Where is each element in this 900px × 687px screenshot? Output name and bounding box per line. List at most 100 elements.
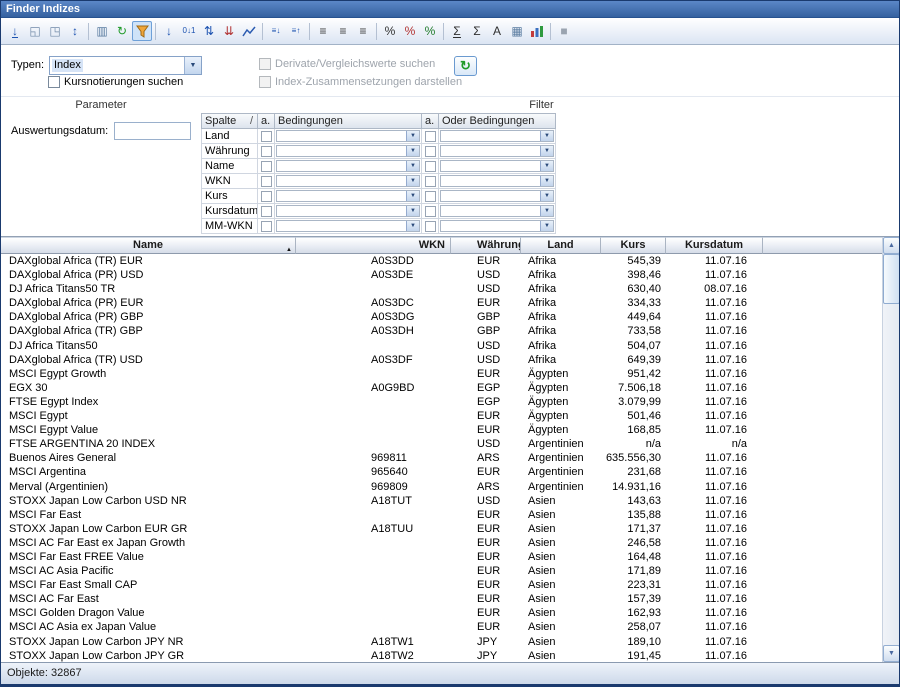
align-left-icon[interactable]: ≡ — [313, 21, 333, 41]
table-row[interactable]: DAXglobal Africa (PR) USDA0S3DEUSDAfrika… — [1, 268, 882, 282]
export-icon[interactable]: ↓ — [5, 21, 25, 41]
filter-or-combo[interactable]: ▼ — [439, 174, 556, 189]
sum-line-icon[interactable]: Σ — [447, 21, 467, 41]
table-row[interactable]: DAXglobal Africa (TR) GBPA0S3DHGBPAfrika… — [1, 324, 882, 338]
chevron-down-icon[interactable]: ▼ — [406, 131, 419, 141]
table-row[interactable]: FTSE Egypt IndexEGPÄgypten3.079,9911.07.… — [1, 395, 882, 409]
table-row[interactable]: MSCI Far East FREE ValueEURAsien164,4811… — [1, 550, 882, 564]
filter-and-checkbox[interactable] — [261, 191, 272, 202]
chevron-down-icon[interactable]: ▼ — [406, 176, 419, 186]
chevron-down-icon[interactable]: ▼ — [540, 191, 553, 201]
chevron-down-icon[interactable]: ▼ — [406, 191, 419, 201]
sigma-icon[interactable]: Σ — [467, 21, 487, 41]
column-header-wkn[interactable]: WKN — [296, 237, 451, 254]
table-row[interactable]: MSCI AC Asia PacificEURAsien171,8911.07.… — [1, 564, 882, 578]
fit-height-icon[interactable]: ↕ — [65, 21, 85, 41]
filter-or-combo[interactable]: ▼ — [439, 129, 556, 144]
scroll-down-button[interactable]: ▼ — [883, 645, 900, 662]
font-icon[interactable]: A — [487, 21, 507, 41]
refresh-icon[interactable]: ↻ — [112, 21, 132, 41]
chevron-down-icon[interactable]: ▼ — [184, 57, 201, 74]
filter-or-combo[interactable]: ▼ — [439, 144, 556, 159]
filter-or-checkbox[interactable] — [425, 206, 436, 217]
chevron-down-icon[interactable]: ▼ — [540, 206, 553, 216]
chevron-down-icon[interactable]: ▼ — [540, 161, 553, 171]
table-row[interactable]: FTSE ARGENTINA 20 INDEXUSDArgentinienn/a… — [1, 437, 882, 451]
filter-and-checkbox[interactable] — [261, 221, 272, 232]
auswertungsdatum-input[interactable] — [114, 122, 191, 140]
columns-icon[interactable]: ▥ — [92, 21, 112, 41]
filter-or-checkbox[interactable] — [425, 131, 436, 142]
column-header-name[interactable]: Name▲ — [1, 237, 296, 254]
filter-condition-combo[interactable]: ▼ — [275, 204, 422, 219]
chevron-down-icon[interactable]: ▼ — [406, 206, 419, 216]
stop-icon[interactable]: ■ — [554, 21, 574, 41]
table-row[interactable]: MSCI Argentina965640EURArgentinien231,68… — [1, 465, 882, 479]
filter-condition-combo[interactable]: ▼ — [275, 219, 422, 234]
chevron-down-icon[interactable]: ▼ — [540, 221, 553, 231]
table-row[interactable]: DAXglobal Africa (TR) EURA0S3DDEURAfrika… — [1, 254, 882, 268]
subtotal-up-icon[interactable]: ≡↑ — [286, 21, 306, 41]
filter-and-checkbox[interactable] — [261, 206, 272, 217]
sort-numeric-icon[interactable]: 0↓1 — [179, 21, 199, 41]
table-row[interactable]: STOXX Japan Low Carbon USD NRA18TUTUSDAs… — [1, 494, 882, 508]
trend-chart-icon[interactable] — [239, 21, 259, 41]
filter-or-combo[interactable]: ▼ — [439, 159, 556, 174]
filter-or-combo[interactable]: ▼ — [439, 219, 556, 234]
column-header-land[interactable]: Land — [521, 237, 601, 254]
table-row[interactable]: DAXglobal Africa (TR) USDA0S3DFUSDAfrika… — [1, 353, 882, 367]
search-refresh-button[interactable]: ↻ — [454, 56, 477, 76]
column-header-kurs[interactable]: Kurs — [601, 237, 666, 254]
align-center-icon[interactable]: ≡ — [333, 21, 353, 41]
fit-width-icon[interactable]: ◱ — [25, 21, 45, 41]
filter-condition-combo[interactable]: ▼ — [275, 144, 422, 159]
table-row[interactable]: MSCI Egypt ValueEURÄgypten168,8511.07.16 — [1, 423, 882, 437]
filter-or-combo[interactable]: ▼ — [439, 204, 556, 219]
table-row[interactable]: STOXX Japan Low Carbon JPY GRA18TW2JPYAs… — [1, 649, 882, 662]
kursnotierungen-checkbox[interactable] — [48, 76, 60, 88]
filter-condition-combo[interactable]: ▼ — [275, 159, 422, 174]
insert-rows-icon[interactable]: ⇊ — [219, 21, 239, 41]
table-row[interactable]: DJ Africa Titans50 TRUSDAfrika630,4008.0… — [1, 282, 882, 296]
sort-descending-icon[interactable]: ↓ — [159, 21, 179, 41]
align-right-icon[interactable]: ≡ — [353, 21, 373, 41]
filter-or-checkbox[interactable] — [425, 176, 436, 187]
sort-updown-icon[interactable]: ⇅ — [199, 21, 219, 41]
grid-icon[interactable]: ▦ — [507, 21, 527, 41]
typen-select[interactable]: Index ▼ — [49, 56, 202, 75]
percent-green-icon[interactable]: % — [420, 21, 440, 41]
table-row[interactable]: MSCI AC Far East ex Japan GrowthEURAsien… — [1, 536, 882, 550]
filter-condition-combo[interactable]: ▼ — [275, 189, 422, 204]
filter-or-combo[interactable]: ▼ — [439, 189, 556, 204]
chevron-down-icon[interactable]: ▼ — [406, 146, 419, 156]
vertical-scrollbar[interactable]: ▲ ▼ — [882, 237, 899, 662]
table-row[interactable]: DAXglobal Africa (PR) EURA0S3DCEURAfrika… — [1, 296, 882, 310]
chevron-down-icon[interactable]: ▼ — [406, 161, 419, 171]
filter-and-checkbox[interactable] — [261, 146, 272, 157]
table-row[interactable]: MSCI Far EastEURAsien135,8811.07.16 — [1, 508, 882, 522]
filter-header-spalte[interactable]: Spalte / — [201, 113, 258, 129]
scrollbar-thumb[interactable] — [883, 254, 900, 304]
column-header-wahrung[interactable]: Währung — [451, 237, 521, 254]
table-row[interactable]: Merval (Argentinien)969809ARSArgentinien… — [1, 480, 882, 494]
filter-and-checkbox[interactable] — [261, 131, 272, 142]
filter-or-checkbox[interactable] — [425, 146, 436, 157]
column-header-kursdatum[interactable]: Kursdatum — [666, 237, 763, 254]
filter-condition-combo[interactable]: ▼ — [275, 174, 422, 189]
table-row[interactable]: MSCI Far East Small CAPEURAsien223,3111.… — [1, 578, 882, 592]
chevron-down-icon[interactable]: ▼ — [406, 221, 419, 231]
filter-condition-combo[interactable]: ▼ — [275, 129, 422, 144]
chevron-down-icon[interactable]: ▼ — [540, 131, 553, 141]
filter-or-checkbox[interactable] — [425, 221, 436, 232]
bar-chart-icon[interactable] — [527, 21, 547, 41]
filter-icon[interactable] — [132, 21, 152, 41]
filter-or-checkbox[interactable] — [425, 191, 436, 202]
filter-and-checkbox[interactable] — [261, 161, 272, 172]
table-row[interactable]: STOXX Japan Low Carbon EUR GRA18TUUEURAs… — [1, 522, 882, 536]
chevron-down-icon[interactable]: ▼ — [540, 176, 553, 186]
table-row[interactable]: MSCI AC Far EastEURAsien157,3911.07.16 — [1, 592, 882, 606]
table-row[interactable]: MSCI Egypt GrowthEURÄgypten951,4211.07.1… — [1, 367, 882, 381]
filter-or-checkbox[interactable] — [425, 161, 436, 172]
percent-red-icon[interactable]: % — [400, 21, 420, 41]
subtotal-down-icon[interactable]: ≡↓ — [266, 21, 286, 41]
